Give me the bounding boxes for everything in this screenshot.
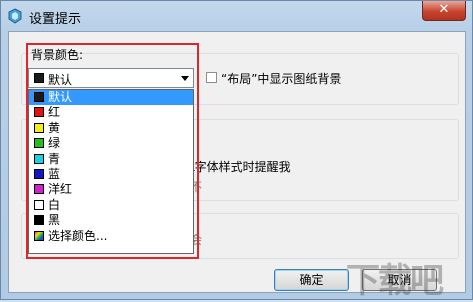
color-option-red[interactable]: 红 bbox=[29, 105, 193, 120]
color-picker-icon bbox=[34, 230, 44, 241]
color-option-label: 洋红 bbox=[48, 182, 73, 197]
color-option-label: 白 bbox=[48, 197, 61, 212]
color-option-green[interactable]: 绿 bbox=[29, 136, 193, 151]
color-swatch bbox=[34, 168, 44, 179]
font-warning-label: L字体样式时提醒我 bbox=[188, 160, 291, 174]
color-option-label: 选择颜色... bbox=[48, 228, 108, 243]
color-option-label: 黑 bbox=[48, 213, 61, 228]
color-swatch bbox=[34, 138, 44, 149]
color-option-label: 青 bbox=[48, 151, 61, 166]
color-option-yellow[interactable]: 黄 bbox=[29, 121, 193, 136]
color-option-magenta[interactable]: 洋红 bbox=[29, 182, 193, 197]
color-option-default[interactable]: 默认 bbox=[29, 90, 193, 106]
color-swatch bbox=[34, 199, 44, 210]
layout-background-checkbox[interactable] bbox=[206, 72, 217, 83]
selected-color-value: 默认 bbox=[48, 73, 73, 87]
color-option-label: 黄 bbox=[48, 120, 61, 135]
close-button[interactable]: ✕ bbox=[422, 1, 466, 21]
background-color-label: 背景颜色: bbox=[31, 48, 84, 62]
color-swatch bbox=[34, 122, 44, 133]
app-icon bbox=[7, 8, 23, 24]
color-option-custom[interactable]: 选择颜色... bbox=[29, 229, 193, 244]
color-option-black[interactable]: 黑 bbox=[29, 213, 193, 228]
close-icon: ✕ bbox=[438, 2, 450, 17]
color-option-label: 红 bbox=[48, 105, 61, 120]
watermark-logo: 下载吧 bbox=[346, 253, 466, 301]
color-option-white[interactable]: 白 bbox=[29, 198, 193, 213]
color-swatch bbox=[34, 184, 44, 195]
color-option-label: 蓝 bbox=[48, 166, 61, 181]
chevron-down-icon[interactable] bbox=[181, 76, 189, 81]
color-option-label: 绿 bbox=[48, 136, 61, 151]
selected-color-swatch bbox=[34, 73, 44, 83]
background-color-select[interactable]: 默认 bbox=[28, 68, 194, 88]
color-swatch bbox=[34, 92, 44, 102]
layout-background-label: “布局”中显示图纸背景 bbox=[221, 72, 342, 86]
color-option-blue[interactable]: 蓝 bbox=[29, 167, 193, 182]
color-dropdown-list: 默认 红 黄 绿 青 蓝 洋红 白 黑 选择颜色... bbox=[28, 89, 194, 254]
settings-dialog: 设置提示 ✕ 背景颜色: 默认 “布局”中显示图纸背景 L字体样式时提醒我 不 … bbox=[0, 0, 473, 301]
window-title: 设置提示 bbox=[29, 11, 82, 26]
watermark-text: 下载吧 bbox=[346, 261, 444, 301]
color-swatch bbox=[34, 107, 44, 118]
title-bar: 设置提示 ✕ bbox=[1, 1, 472, 31]
color-swatch bbox=[34, 153, 44, 164]
color-swatch bbox=[34, 215, 44, 226]
color-option-label: 默认 bbox=[48, 90, 73, 104]
color-option-cyan[interactable]: 青 bbox=[29, 152, 193, 167]
ok-button[interactable]: 确定 bbox=[274, 269, 349, 291]
